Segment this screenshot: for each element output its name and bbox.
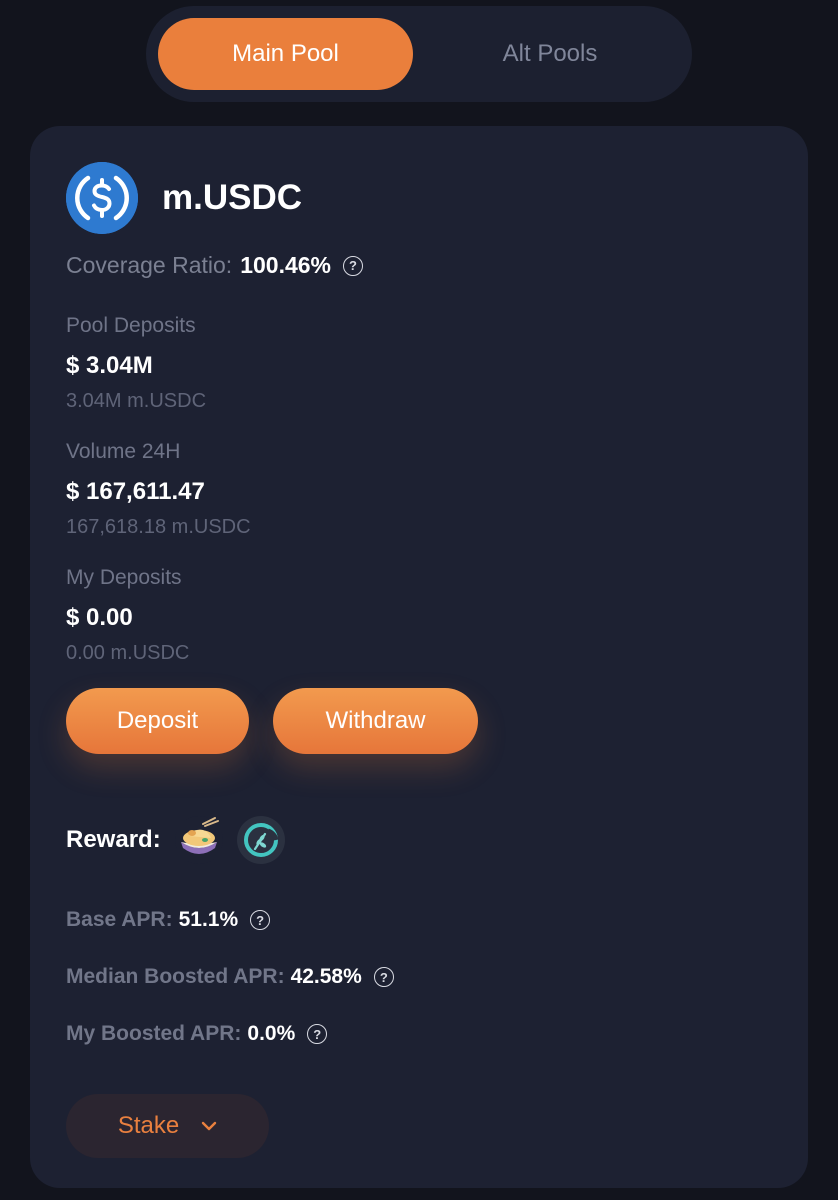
median-boosted-apr-row: Median Boosted APR: 42.58% ?	[66, 965, 394, 989]
my-deposits-value: $ 0.00	[66, 604, 133, 631]
coverage-ratio: Coverage Ratio: 100.46% ?	[66, 252, 364, 279]
pool-deposits-sub: 3.04M m.USDC	[66, 390, 207, 412]
volume-24h-sub: 167,618.18 m.USDC	[66, 516, 251, 538]
pool-card: m.USDC Coverage Ratio: 100.46% ? Pool De…	[30, 126, 808, 1188]
my-boosted-apr-label: My Boosted APR:	[66, 1022, 242, 1045]
volume-24h-label: Volume 24H	[66, 440, 181, 463]
help-icon[interactable]: ?	[250, 910, 271, 930]
base-apr-label: Base APR:	[66, 908, 173, 931]
pool-tab-switcher: Main Pool Alt Pools	[146, 6, 692, 102]
pool-deposits-value: $ 3.04M	[66, 352, 153, 379]
token-name: m.USDC	[162, 178, 303, 217]
tab-main-pool[interactable]: Main Pool	[158, 18, 413, 90]
usdc-coin-icon	[66, 162, 138, 234]
stake-button[interactable]: Stake	[66, 1094, 269, 1158]
chevron-down-icon	[201, 1121, 217, 1131]
median-boosted-apr-value: 42.58%	[290, 965, 362, 988]
base-apr-row: Base APR: 51.1% ?	[66, 908, 271, 932]
deposit-button[interactable]: Deposit	[66, 688, 249, 754]
help-icon[interactable]: ?	[373, 967, 394, 987]
volume-24h-value: $ 167,611.47	[66, 478, 205, 505]
noodle-bowl-token-icon	[174, 816, 223, 864]
token-header: m.USDC	[66, 162, 302, 234]
my-deposits-label: My Deposits	[66, 566, 182, 589]
coverage-ratio-value: 100.46%	[240, 252, 332, 278]
help-icon[interactable]: ?	[343, 255, 364, 276]
median-boosted-apr-label: Median Boosted APR:	[66, 965, 285, 988]
my-boosted-apr-value: 0.0%	[247, 1022, 296, 1045]
pool-deposits-label: Pool Deposits	[66, 314, 196, 337]
withdraw-button[interactable]: Withdraw	[273, 688, 478, 754]
base-apr-value: 51.1%	[178, 908, 239, 931]
my-deposits-sub: 0.00 m.USDC	[66, 642, 190, 664]
volume-24h-stat: Volume 24H $ 167,611.47 167,618.18 m.USD…	[66, 440, 251, 539]
stake-label: Stake	[117, 1112, 180, 1139]
wheat-token-icon	[236, 816, 285, 864]
help-icon[interactable]: ?	[307, 1024, 328, 1044]
coverage-ratio-label: Coverage Ratio:	[66, 252, 233, 278]
pool-deposits-stat: Pool Deposits $ 3.04M 3.04M m.USDC	[66, 314, 206, 413]
my-deposits-stat: My Deposits $ 0.00 0.00 m.USDC	[66, 566, 189, 665]
reward-label: Reward:	[66, 826, 161, 853]
reward-row: Reward:	[66, 816, 285, 864]
my-boosted-apr-row: My Boosted APR: 0.0% ?	[66, 1022, 328, 1046]
tab-alt-pools[interactable]: Alt Pools	[421, 18, 679, 90]
